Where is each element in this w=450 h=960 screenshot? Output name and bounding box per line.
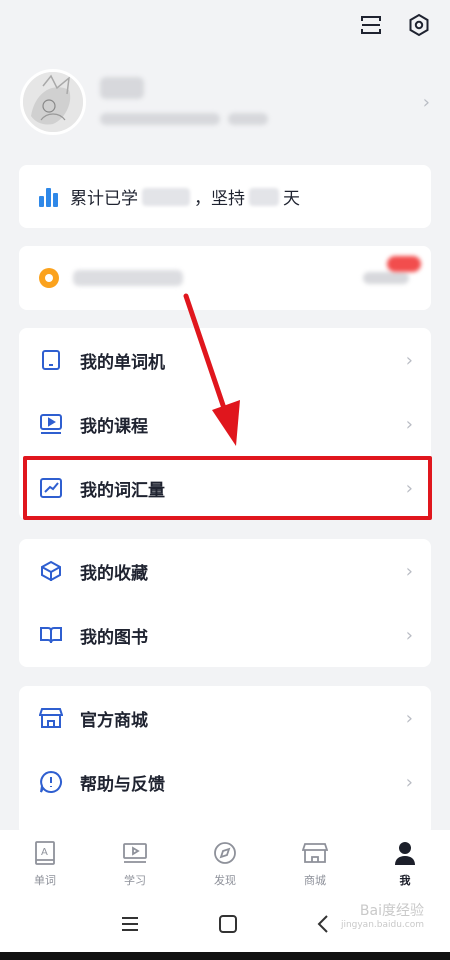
coins-card[interactable] [19,246,431,310]
svg-text:A: A [41,847,48,858]
scan-icon[interactable] [358,12,384,38]
book-icon [39,623,63,647]
menu-item-help-feedback[interactable]: 帮助与反馈 › [19,750,431,814]
chevron-right-icon: › [405,707,413,729]
chevron-right-icon: › [405,624,413,646]
menu-item-label: 我的词汇量 [80,480,165,501]
menu-item-favorites[interactable]: 我的收藏 › [19,539,431,603]
menu-item-vocabulary[interactable]: 我的词汇量 › [19,456,432,520]
profile-subtitle-redacted [100,113,280,127]
tab-label: 我 [399,874,411,887]
tab-label: 商城 [304,874,326,887]
menu-item-official-store[interactable]: 官方商城 › [19,686,431,750]
chevron-right-icon: › [422,91,430,113]
stats-suffix: 天 [283,189,300,209]
tab-discover[interactable]: 发现 [180,830,270,900]
watermark: Bai度经验 jingyan.baidu.com [341,902,424,932]
watermark-brand: Bai度经验 [359,903,424,919]
tab-shop[interactable]: 商城 [270,830,360,900]
coins-side-redacted [363,272,409,284]
menu-item-books[interactable]: 我的图书 › [19,603,431,667]
profile-header[interactable]: › [20,68,430,136]
chevron-right-icon: › [405,771,413,793]
chevron-right-icon: › [405,477,413,499]
menu-item-label: 我的单词机 [80,352,165,373]
menu-item-label: 我的图书 [80,627,148,648]
menu-item-label: 我的收藏 [80,563,148,584]
screen-bottom-edge [0,952,450,960]
home-square-icon[interactable] [219,915,237,937]
person-icon [392,840,418,866]
tab-me[interactable]: 我 [360,830,450,900]
compass-icon [212,840,238,866]
learning-stats-card: 累计已学 ，坚持 天 [19,165,431,228]
chevron-right-icon: › [405,560,413,582]
study-icon [122,840,148,866]
shop-icon [302,840,328,866]
settings-gear-icon[interactable] [406,12,432,38]
tab-label: 学习 [124,874,146,887]
chevron-right-icon: › [405,413,413,435]
word-icon: A [32,840,58,866]
chevron-right-icon: › [405,349,413,371]
menu-item-courses[interactable]: 我的课程 › [19,392,431,456]
coin-icon [39,268,59,288]
menu-item-word-device[interactable]: 我的单词机 › [19,328,431,392]
profile-info [100,77,423,127]
store-icon [39,706,63,730]
menu-group-collection: 我的收藏 › 我的图书 › [19,539,431,667]
bottom-tab-bar: A 单词 学习 发现 商城 我 [0,830,450,900]
menu-lines-icon[interactable] [121,916,139,936]
back-chevron-icon[interactable] [317,915,329,937]
username-redacted [100,77,144,99]
menu-item-label: 官方商城 [80,710,148,731]
top-actions [358,12,432,38]
stats-days-redacted [249,187,279,206]
vocab-chart-icon [39,476,63,500]
menu-group-service: 官方商城 › 帮助与反馈 › [19,686,431,836]
tab-label: 发现 [214,874,236,887]
tab-label: 单词 [34,874,56,887]
avatar[interactable] [20,69,86,135]
menu-item-label: 帮助与反馈 [80,774,165,795]
watermark-url: jingyan.baidu.com [340,920,424,931]
help-icon [39,770,63,794]
menu-group-study: 我的单词机 › 我的课程 › 我的词汇量 › [19,328,432,520]
course-icon [39,412,63,436]
notification-badge [387,256,421,272]
coins-info-redacted [73,270,183,286]
menu-item-label: 我的课程 [80,416,148,437]
stats-middle: ，坚持 [194,189,245,209]
device-icon [39,348,63,372]
tab-words[interactable]: A 单词 [0,830,90,900]
bar-chart-icon [39,187,58,207]
stats-count-redacted [142,187,190,206]
box-icon [39,559,63,583]
stats-prefix: 累计已学 [70,189,138,209]
tab-study[interactable]: 学习 [90,830,180,900]
